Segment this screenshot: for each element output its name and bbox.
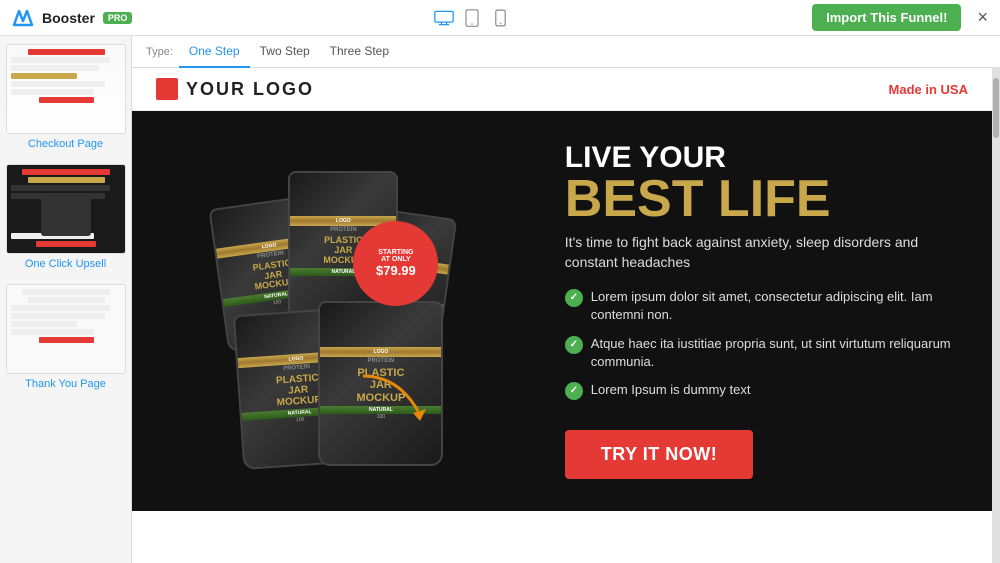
scrollbar-thumb[interactable]	[993, 78, 999, 138]
type-label: Type:	[146, 46, 173, 58]
check-icon-3	[565, 382, 583, 400]
tablet-device-button[interactable]	[462, 10, 482, 26]
feature-item-1: Lorem ipsum dolor sit amet, consectetur …	[565, 288, 962, 324]
checkout-thumbnail	[6, 44, 126, 134]
import-funnel-button[interactable]: Import This Funnel!	[812, 4, 961, 31]
feature-text-1: Lorem ipsum dolor sit amet, consectetur …	[591, 288, 962, 324]
close-button[interactable]: ×	[977, 7, 988, 28]
main-layout: Checkout Page One Click Upsell	[0, 36, 1000, 563]
device-switcher	[434, 10, 510, 26]
pro-badge: PRO	[103, 12, 133, 24]
feature-item-2: Atque haec ita iustitiae propria sunt, u…	[565, 335, 962, 371]
feature-item-3: Lorem Ipsum is dummy text	[565, 381, 962, 400]
upsell-label: One Click Upsell	[6, 258, 125, 270]
made-in-usa-label: Made in USA	[889, 82, 968, 97]
content-area: Type: One Step Two Step Three Step YOUR …	[132, 36, 1000, 563]
feature-list: Lorem ipsum dolor sit amet, consectetur …	[565, 288, 962, 410]
checkout-label: Checkout Page	[6, 138, 125, 150]
hero-product-area: LOGO PROTEIN PLASTICJARMOCKUP NATURAL 10…	[132, 111, 545, 511]
preview-area: YOUR LOGO Made in USA LOGO PROTEIN PLA	[132, 68, 992, 563]
thankyou-label: Thank You Page	[6, 378, 125, 390]
tab-one-step[interactable]: One Step	[179, 36, 250, 68]
headline-main: BEST LIFE	[565, 173, 962, 225]
sidebar-item-upsell[interactable]: One Click Upsell	[6, 164, 125, 270]
top-bar: Booster PRO Import	[0, 0, 1000, 36]
check-icon-2	[565, 336, 583, 354]
feature-text-3: Lorem Ipsum is dummy text	[591, 381, 751, 399]
thankyou-thumbnail	[6, 284, 126, 374]
booster-logo-icon	[12, 7, 34, 29]
hero-section: LOGO PROTEIN PLASTICJARMOCKUP NATURAL 10…	[132, 111, 992, 511]
tab-two-step[interactable]: Two Step	[250, 36, 320, 68]
upsell-thumbnail	[6, 164, 126, 254]
preview-header: YOUR LOGO Made in USA	[132, 68, 992, 111]
sidebar-item-thankyou[interactable]: Thank You Page	[6, 284, 125, 390]
logo-square	[156, 78, 178, 100]
product-group: LOGO PROTEIN PLASTICJARMOCKUP NATURAL 10…	[198, 161, 478, 461]
check-icon-1	[565, 289, 583, 307]
price-badge: STARTINGAT ONLY $79.99	[353, 221, 438, 306]
scrollbar[interactable]	[992, 68, 1000, 563]
hero-text-area: LIVE YOUR BEST LIFE It's time to fight b…	[545, 111, 992, 511]
price-starting: STARTINGAT ONLY	[378, 249, 413, 264]
brand-name: Booster	[42, 10, 95, 26]
desktop-device-button[interactable]	[434, 10, 454, 26]
tab-bar: Type: One Step Two Step Three Step	[132, 36, 1000, 68]
hero-subtitle: It's time to fight back against anxiety,…	[565, 233, 962, 272]
headline-top: LIVE YOUR	[565, 143, 962, 173]
preview-logo: YOUR LOGO	[156, 78, 314, 100]
tab-three-step[interactable]: Three Step	[320, 36, 399, 68]
arrow-icon	[358, 371, 438, 421]
brand-area: Booster PRO	[12, 7, 132, 29]
price-value: $79.99	[376, 264, 416, 278]
mobile-device-button[interactable]	[490, 10, 510, 26]
logo-text: YOUR LOGO	[186, 79, 314, 100]
sidebar-item-checkout[interactable]: Checkout Page	[6, 44, 125, 150]
sidebar: Checkout Page One Click Upsell	[0, 36, 132, 563]
feature-text-2: Atque haec ita iustitiae propria sunt, u…	[591, 335, 962, 371]
cta-button[interactable]: TRY IT NOW!	[565, 430, 754, 479]
